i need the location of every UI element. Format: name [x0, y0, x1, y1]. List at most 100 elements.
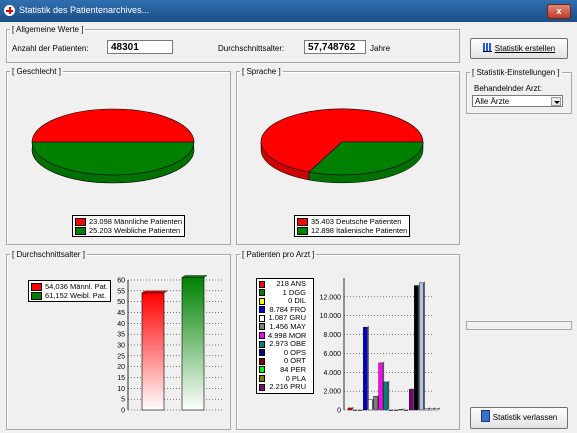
close-button[interactable]: x [547, 4, 571, 19]
legend-swatch [259, 289, 265, 297]
avgage-legend-female: 61,152 Weibl. Pat. [31, 291, 108, 301]
gender-slice-male [31, 108, 195, 143]
gender-legend-male: 23.098 Männliche Patienten [75, 217, 182, 227]
y-tick-label: 35 [117, 332, 125, 339]
doctor-bar [434, 408, 439, 411]
y-tick-label: 10.000 [320, 313, 342, 320]
treating-doctor-label: Behandelnder Arzt: [474, 84, 543, 93]
doctor-bar [347, 407, 353, 411]
y-tick-label: 50 [117, 299, 125, 306]
language-legend-german: 35.403 Deutsche Patienten [297, 217, 407, 227]
legend-label: 12.898 Italienische Patienten [311, 226, 408, 236]
legend-swatch [297, 218, 308, 227]
legend-swatch [75, 218, 86, 227]
chart-icon [482, 43, 492, 52]
legend-label: 35.403 Deutsche Patienten [311, 217, 402, 226]
patients-per-doctor-bar-chart: 12.000 10.000 8.000 6.000 4.000 2.000 0 [320, 278, 441, 415]
legend-swatch [259, 332, 265, 340]
y-tick-label: 0 [121, 408, 125, 415]
language-legend-italian: 12.898 Italienische Patienten [297, 226, 408, 236]
y-tick-label: 12.000 [320, 294, 342, 301]
average-age-group-legend: [ Durchschnittsalter ] [12, 250, 85, 259]
gender-legend: [ Geschlecht ] [12, 67, 61, 76]
legend-label: 25.203 Weibliche Patienten [89, 226, 181, 236]
y-tick-label: 15 [117, 375, 125, 382]
y-tick-label: 5 [121, 397, 125, 404]
y-tick-label: 30 [117, 343, 125, 350]
legend-swatch [75, 227, 86, 236]
doctor-bar [398, 409, 404, 411]
y-tick-label: 0 [337, 408, 341, 415]
create-statistics-button[interactable]: Statistik erstellen [470, 38, 568, 59]
doctor-bar [408, 388, 414, 411]
average-age-field: 57,748762 [304, 40, 366, 54]
y-tick-label: 6.000 [323, 351, 341, 358]
doctor-bar-side [357, 408, 359, 410]
chevron-down-icon[interactable] [551, 97, 561, 106]
title-bar[interactable]: Statistik des Patientenarchives... x [0, 0, 577, 22]
door-icon [480, 410, 490, 422]
y-tick-label: 55 [117, 288, 125, 295]
doctor-bar [352, 409, 358, 411]
doctor-bar [373, 396, 378, 411]
legend-swatch [259, 314, 265, 322]
gender-pie-chart [31, 108, 195, 184]
general-values-legend: [ Allgemeine Werte ] [12, 25, 84, 34]
legend-swatch [259, 357, 265, 365]
treating-doctor-value: Alle Ärzte [475, 97, 510, 106]
legend-swatch [259, 323, 265, 331]
leave-statistics-button[interactable]: Statistik verlassen [470, 407, 568, 429]
y-tick-label: 10 [117, 386, 125, 393]
patients-per-doctor-legend: [ Patienten pro Arzt ] [242, 250, 315, 259]
legend-label: 2.216 PRU [269, 382, 306, 392]
doctor-bar [424, 408, 429, 411]
legend-swatch [259, 375, 265, 383]
y-tick-label: 20 [117, 364, 125, 371]
legend-label: 23.098 Männliche Patienten [89, 217, 182, 226]
treating-doctor-select[interactable]: Alle Ärzte [472, 95, 563, 107]
doctor-bar [419, 282, 424, 411]
average-age-bar-top [181, 275, 208, 278]
language-legend: [ Sprache ] [242, 67, 281, 76]
doctor-bar-side [352, 406, 354, 410]
progress-bar [466, 321, 572, 330]
legend-swatch [259, 349, 265, 357]
average-age-label: Durchschnittsalter: [218, 44, 285, 53]
legend-swatch [31, 283, 42, 292]
legend-swatch [31, 292, 42, 301]
legend-swatch [259, 383, 265, 391]
doctor-bar [429, 408, 434, 411]
legend-swatch [259, 306, 265, 314]
create-statistics-label: Statistik erstellen [494, 44, 556, 53]
doctor-bar-side [392, 408, 395, 410]
average-age-unit: Jahre [370, 44, 391, 53]
doctor-bar-side [387, 380, 390, 410]
average-age-bar [181, 277, 205, 411]
gender-legend-box: 23.098 Männliche Patienten 25.203 Weibli… [72, 215, 185, 238]
average-age-bar [141, 292, 165, 411]
doctor-bar-side [367, 325, 369, 410]
patient-count-field: 48301 [107, 40, 173, 54]
avgage-legend-male: 54,036 Männl. Pat. [31, 282, 108, 292]
doctor-legend-item: 2.216 PRU [259, 383, 311, 392]
language-pie-chart [260, 108, 424, 184]
legend-swatch [259, 280, 265, 288]
y-tick-label: 8.000 [323, 332, 341, 339]
avgage-legend-box: 54,036 Männl. Pat. 61,152 Weibl. Pat. [28, 280, 111, 303]
window-title: Statistik des Patientenarchives... [19, 5, 150, 15]
statistics-window: Statistik des Patientenarchives... x [ A… [0, 0, 577, 433]
doctor-bar-side [438, 407, 441, 410]
doctor-bar-side [403, 407, 405, 410]
legend-swatch [259, 340, 265, 348]
app-icon [4, 5, 15, 16]
doctor-bar [368, 399, 373, 411]
legend-label: 61,152 Weibl. Pat. [45, 291, 107, 301]
doctor-bar [383, 381, 388, 411]
y-tick-label: 40 [117, 321, 125, 328]
patient-count-label: Anzahl der Patienten: [12, 44, 89, 53]
doctor-bar [414, 285, 419, 411]
average-age-bar-top [141, 290, 168, 294]
doctor-bar [363, 326, 368, 411]
language-legend-box: 35.403 Deutsche Patienten 12.898 Italien… [294, 215, 411, 238]
y-tick-label: 60 [117, 278, 125, 285]
